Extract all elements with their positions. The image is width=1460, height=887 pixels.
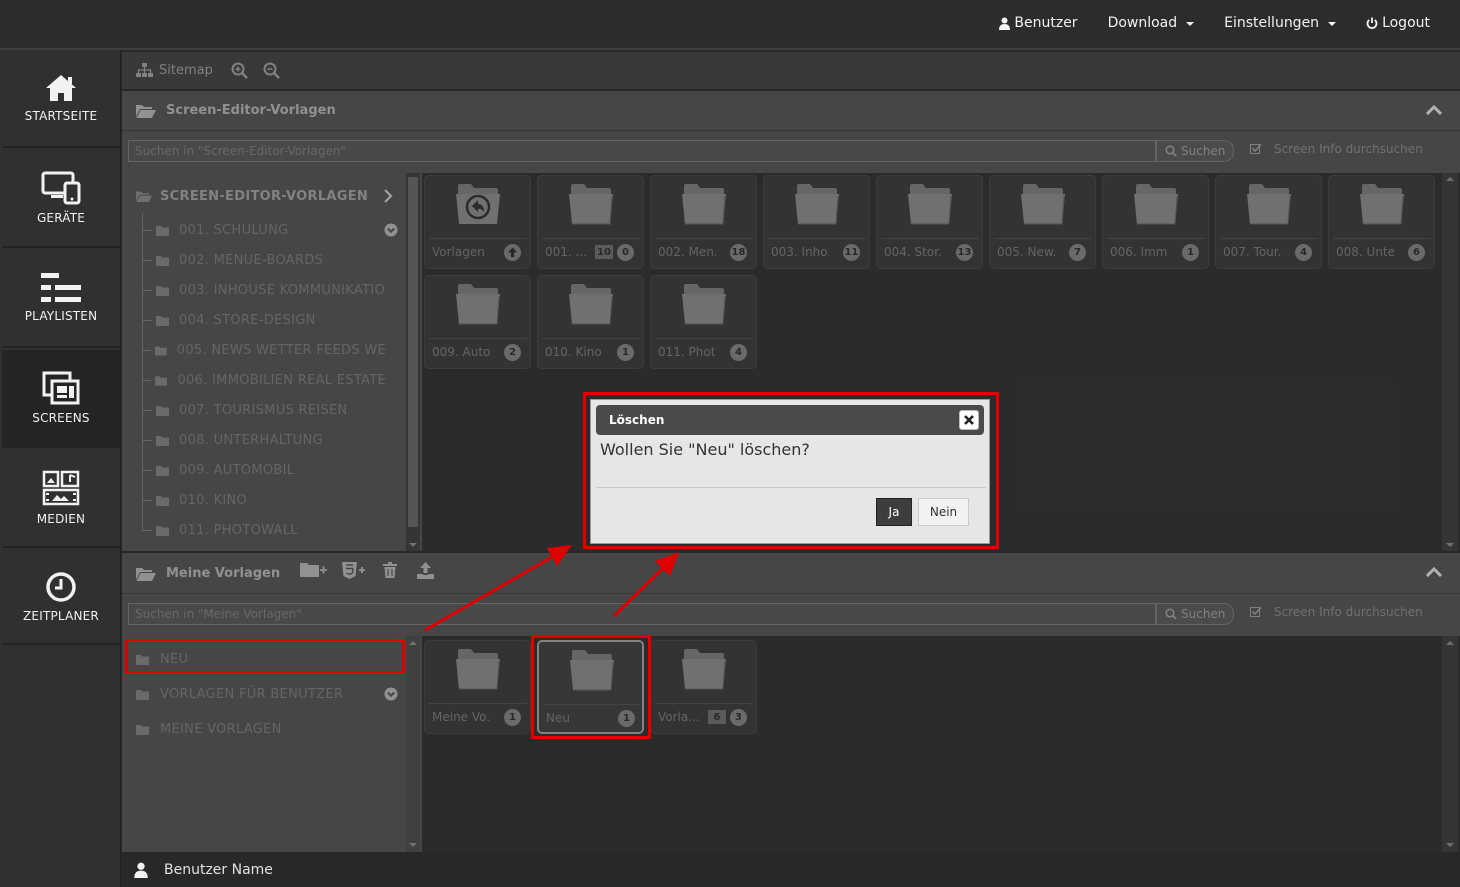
close-icon (964, 415, 974, 425)
dialog-message: Wollen Sie "Neu" löschen? (600, 440, 810, 459)
confirm-yes-button[interactable]: Ja (876, 498, 912, 526)
dialog-divider (596, 487, 986, 488)
dialog-close-button[interactable] (959, 410, 979, 430)
dialog-title: Löschen (609, 413, 665, 427)
dialog-header: Löschen (596, 405, 984, 435)
delete-dialog: Löschen Wollen Sie "Neu" löschen? Ja Nei… (590, 399, 990, 544)
highlight-tile-neu (531, 635, 651, 739)
confirm-no-button[interactable]: Nein (918, 498, 969, 526)
highlight-tree-neu (125, 639, 405, 674)
